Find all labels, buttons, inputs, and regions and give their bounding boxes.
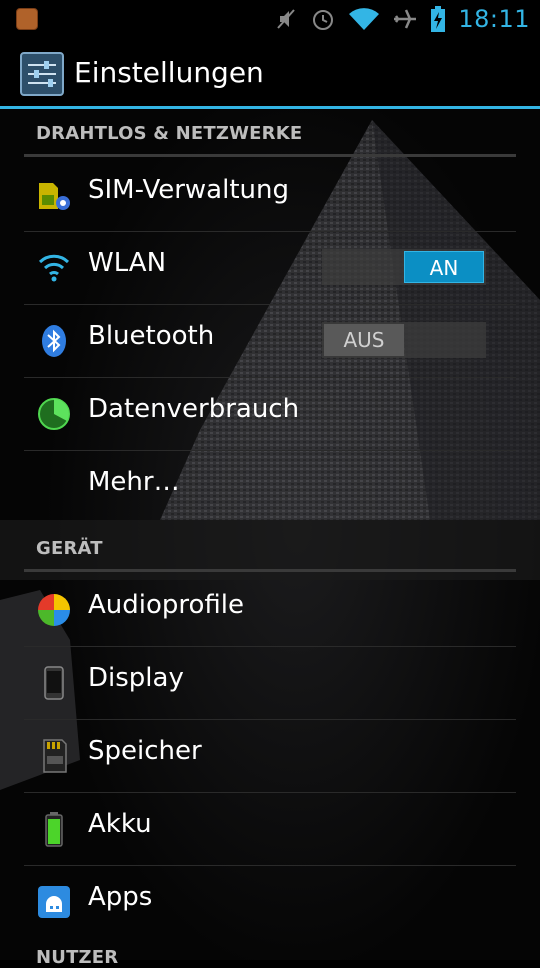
status-icons: 18:11 [274,4,530,34]
setting-item-storage[interactable]: Speicher [24,720,516,792]
airplane-icon [394,9,417,29]
notification-icon[interactable] [16,8,38,30]
bluetooth-icon [42,325,66,357]
action-bar: Einstellungen [0,38,540,106]
setting-item-display[interactable]: Display [24,647,516,719]
apps-icon [38,886,70,918]
setting-item-battery[interactable]: Akku [24,793,516,865]
setting-item-sim-management[interactable]: SIM-Verwaltung [24,159,516,231]
display-icon [44,666,64,700]
status-bar: 18:11 [0,0,540,38]
wifi-icon [38,254,70,282]
section-divider [24,569,516,572]
alarm-icon [313,10,334,30]
toggle-knob: AN [404,251,484,283]
setting-label: Speicher [88,736,202,766]
setting-item-data-usage[interactable]: Datenverbrauch [24,378,516,450]
clock: 18:11 [458,5,530,33]
settings-list: DRAHTLOS & NETZWERKE SIM-Verwaltung WLAN… [0,109,540,968]
setting-label: Akku [88,809,152,839]
setting-label: Mehr… [88,467,180,497]
setting-label: Bluetooth [88,321,215,351]
setting-label: Display [88,663,184,693]
settings-sliders-icon[interactable] [20,52,64,96]
data-usage-icon [38,398,70,430]
section-header-wireless: DRAHTLOS & NETZWERKE [36,123,303,144]
section-header-users: NUTZER [36,947,119,968]
setting-label: WLAN [88,248,167,278]
wifi-icon [349,8,380,31]
sd-card-icon [43,739,67,773]
setting-label: Audioprofile [88,590,245,620]
sim-management-icon [39,183,70,210]
battery-charging-icon [431,6,446,32]
battery-icon [45,812,63,847]
setting-item-audio-profiles[interactable]: Audioprofile [24,574,516,646]
toggle-knob: AUS [324,324,404,356]
section-divider [24,154,516,157]
bluetooth-toggle[interactable]: AUS [322,322,486,358]
setting-item-more[interactable]: Mehr… [24,451,516,523]
section-header-device: GERÄT [36,538,103,559]
audio-profiles-icon [38,594,70,626]
setting-item-wlan[interactable]: WLAN AN [24,232,516,304]
setting-item-apps[interactable]: Apps [24,866,516,938]
setting-label: SIM-Verwaltung [88,175,289,205]
page-title: Einstellungen [74,56,264,89]
setting-label: Apps [88,882,153,912]
setting-item-bluetooth[interactable]: Bluetooth AUS [24,305,516,377]
mute-icon [277,9,296,29]
setting-label: Datenverbrauch [88,394,300,424]
wlan-toggle[interactable]: AN [322,249,486,285]
action-bar-divider [0,106,540,109]
